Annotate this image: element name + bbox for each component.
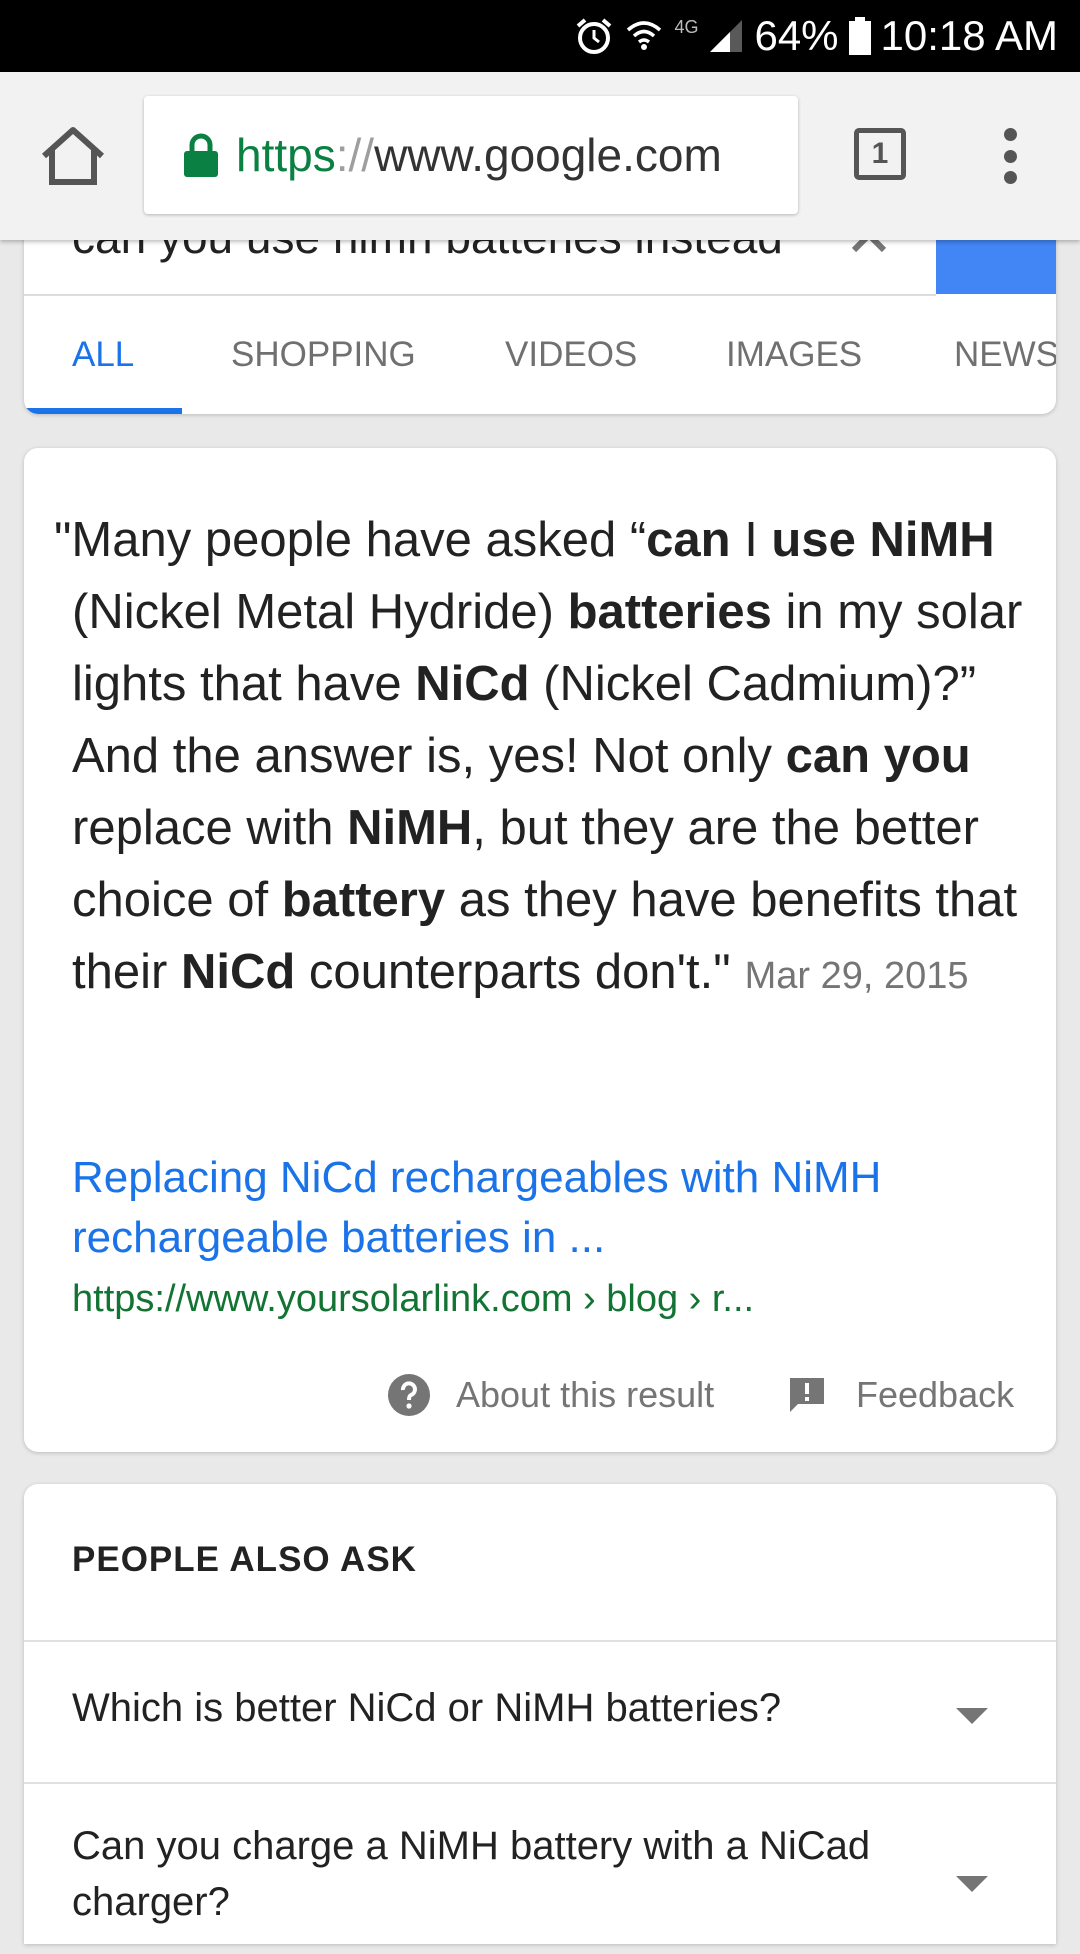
snippet-seg: I [730,513,772,567]
snippet-text: "Many people have asked “can I use NiMH … [54,504,1032,1012]
search-tabs: ALL SHOPPING VIDEOS IMAGES NEWS [24,296,1056,414]
lock-icon [184,133,218,177]
battery-icon [848,17,871,55]
people-also-ask-title: PEOPLE ALSO ASK [72,1540,417,1579]
home-icon[interactable] [38,124,108,188]
tab-count: 1 [871,137,889,170]
paa-question-row[interactable]: Can you charge a NiMH battery with a NiC… [24,1782,1056,1954]
about-label: About this result [456,1374,715,1415]
snippet-seg: batteries [567,585,772,639]
snippet-seg: NiCd [180,945,296,999]
tab-shopping[interactable]: SHOPPING [231,296,416,414]
snippet-seg: NiCd [415,657,530,711]
snippet-seg: NiMH [869,513,995,567]
featured-snippet-card: "Many people have asked “can I use NiMH … [24,448,1056,1452]
snippet-seg [856,513,870,567]
feedback-button[interactable]: Feedback [788,1360,1014,1430]
url-scheme: https [236,129,336,181]
about-this-result-button[interactable]: About this result [388,1360,714,1430]
feedback-icon [790,1378,824,1412]
feedback-label: Feedback [856,1374,1015,1415]
more-vert-icon[interactable] [990,124,1030,188]
address-bar[interactable]: https://www.google.com [144,96,798,214]
help-icon [388,1374,430,1416]
url-separator: :// [335,129,375,181]
result-url[interactable]: https://www.yoursolarlink.com › blog › r… [72,1278,754,1321]
snippet-seg: replace with [72,801,348,855]
clock: 10:18 AM [880,12,1058,59]
status-bar: 4G 64% 10:18 AM [0,0,1080,72]
alarm-icon [577,18,612,54]
snippet-seg: use [771,513,856,567]
paa-question-text: Which is better NiCd or NiMH batteries? [72,1686,782,1730]
result-title-link[interactable]: Replacing NiCd rechargeables with NiMH r… [72,1148,1012,1268]
url-text: https://www.google.com [236,128,722,182]
snippet-seg: NiMH [347,801,473,855]
paa-question-text: Can you charge a NiMH battery with a NiC… [72,1824,871,1924]
tabs-icon[interactable]: 1 [854,128,906,180]
url-host: www.google.com [374,129,722,181]
paa-question-row[interactable]: Which is better NiCd or NiMH batteries? [24,1640,1056,1782]
active-tab-indicator [24,408,182,414]
snippet-seg: "Many people have asked “ [54,513,647,567]
result-footer: About this result Feedback [24,1360,1056,1430]
battery-percent: 64% [754,12,839,59]
snippet-seg: (Nickel Metal Hydride) [72,585,568,639]
snippet-seg: battery [281,873,446,927]
snippet-seg: can [646,513,731,567]
browser-toolbar: https://www.google.com 1 [0,72,1080,240]
snippet-date: Mar 29, 2015 [744,955,969,997]
wifi-icon [627,21,662,50]
tab-news[interactable]: NEWS [954,296,1056,414]
tab-images[interactable]: IMAGES [726,296,862,414]
network-type-label: 4G [674,16,699,37]
snippet-seg: can you [785,729,971,783]
signal-icon [710,20,743,52]
people-also-ask-card: PEOPLE ALSO ASK Which is better NiCd or … [24,1484,1056,1944]
tab-videos[interactable]: VIDEOS [505,296,637,414]
tab-all[interactable]: ALL [72,296,134,414]
chevron-down-icon [956,1876,988,1892]
chevron-down-icon [956,1708,988,1724]
snippet-seg: counterparts don't." [295,945,731,999]
